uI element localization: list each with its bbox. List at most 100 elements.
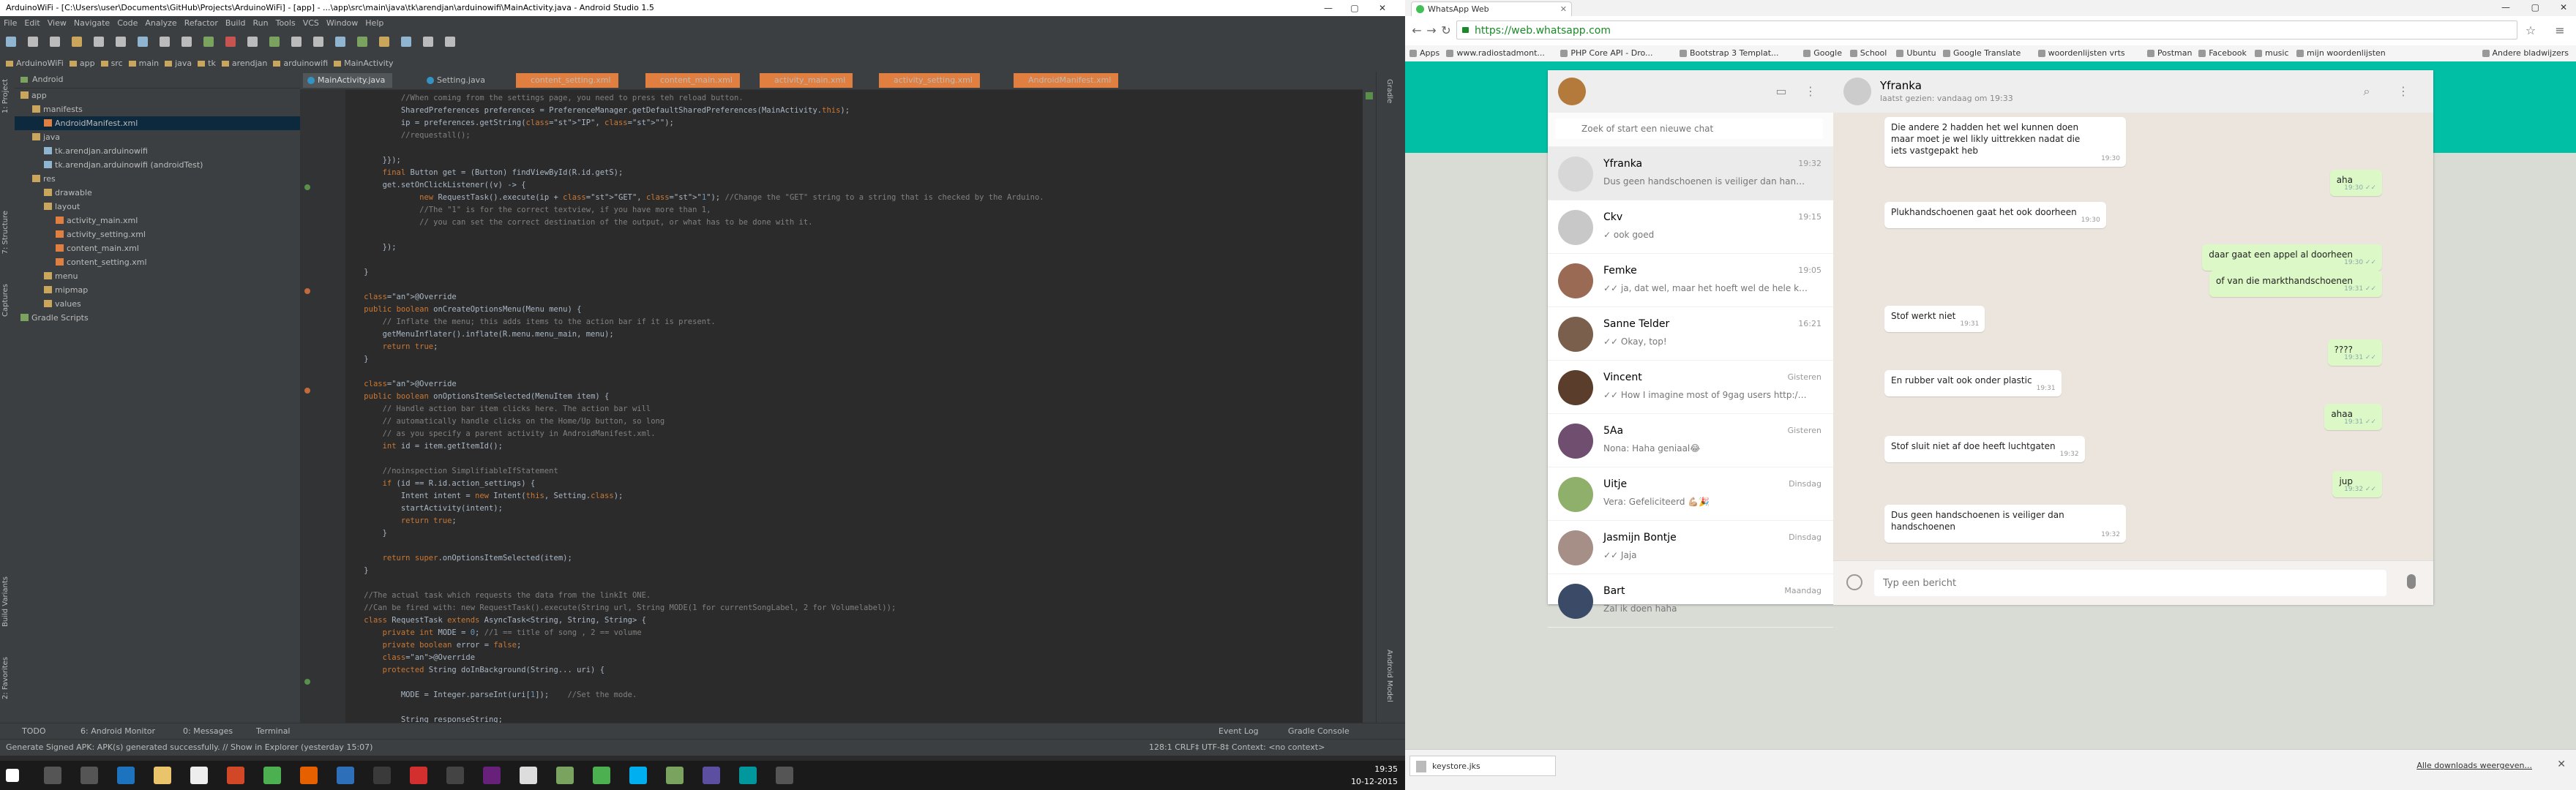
breadcrumb-item[interactable]: tk xyxy=(198,56,216,72)
more-menu-icon[interactable]: ⋮ xyxy=(1804,85,1817,98)
menu-item-refactor[interactable]: Refactor xyxy=(184,18,218,28)
toolbar-icon[interactable] xyxy=(379,37,389,47)
chrome-icon[interactable] xyxy=(263,767,281,784)
store-icon[interactable] xyxy=(190,767,208,784)
menu-item-help[interactable]: Help xyxy=(365,18,383,28)
download-item[interactable]: keystore.jks xyxy=(1409,756,1556,776)
tool-gradle[interactable]: Gradle xyxy=(1385,79,1393,103)
bookmark-item[interactable]: Ubuntu xyxy=(1896,45,1936,61)
breadcrumb-item[interactable]: main xyxy=(128,56,159,72)
bookmark-item[interactable]: School xyxy=(1849,45,1887,61)
system-clock[interactable]: 19:35 10-12-2015 xyxy=(1351,763,1398,788)
close-icon[interactable]: ✕ xyxy=(1371,0,1393,16)
bookmark-item[interactable]: Bootstrap 3 Templat... xyxy=(1680,45,1779,61)
bookmark-item[interactable]: Andere bladwijzers xyxy=(2482,45,2569,61)
breadcrumb-item[interactable]: app xyxy=(69,56,95,72)
editor-tab[interactable]: activity_main.xml xyxy=(760,73,853,88)
app-icon[interactable] xyxy=(373,767,391,784)
tree-item[interactable]: values xyxy=(15,297,300,311)
search-icon[interactable] xyxy=(44,767,61,784)
file-explorer-icon[interactable] xyxy=(154,767,171,784)
attach-icon[interactable]: ⌕ xyxy=(2360,85,2373,98)
bookmark-item[interactable]: woordenlijsten vrts xyxy=(2037,45,2125,61)
menu-item-vcs[interactable]: VCS xyxy=(303,18,319,28)
editor-scrollbar[interactable] xyxy=(1363,89,1376,723)
tree-item[interactable]: app xyxy=(15,89,300,102)
tool-android-monitor[interactable]: 6: Android Monitor xyxy=(80,723,155,740)
status-message[interactable]: Generate Signed APK: APK(s) generated su… xyxy=(6,740,372,756)
tree-item[interactable]: drawable xyxy=(15,186,300,200)
toolbar-icon[interactable] xyxy=(269,37,280,47)
toolbar-icon[interactable] xyxy=(72,37,82,47)
menu-item-tools[interactable]: Tools xyxy=(276,18,296,28)
chat-list-item[interactable]: Ckv 19:15 ✓ ook goed xyxy=(1548,200,1833,254)
toolbar-icon[interactable] xyxy=(291,37,302,47)
chat-list-item[interactable]: 5Aa Gisteren Nona: Haha geniaal😂 xyxy=(1548,414,1833,467)
bookmark-item[interactable]: Postman xyxy=(2147,45,2192,61)
chat-list-item[interactable]: Yfranka 19:32 Dus geen handschoenen is vei… xyxy=(1548,147,1833,200)
code-area[interactable]: //When coming from the settings page, yo… xyxy=(345,89,1363,726)
visual-studio-icon[interactable] xyxy=(483,767,501,784)
windows-start-icon[interactable] xyxy=(6,769,19,782)
filezilla-icon[interactable] xyxy=(410,767,427,784)
breadcrumb-item[interactable]: MainActivity xyxy=(334,56,394,72)
breadcrumb-item[interactable]: arendjan xyxy=(221,56,267,72)
tree-item[interactable]: res xyxy=(15,172,300,186)
tree-item[interactable]: manifests xyxy=(15,102,300,116)
chat-list-item[interactable]: Vincent Gisteren ✓✓ How I imagine most of … xyxy=(1548,361,1833,414)
firefox-icon[interactable] xyxy=(300,767,318,784)
avatar[interactable] xyxy=(1843,78,1871,105)
toolbar-icon[interactable] xyxy=(203,37,214,47)
toolbar-icon[interactable] xyxy=(181,37,192,47)
bookmark-item[interactable]: Apps xyxy=(1409,45,1439,61)
search-input[interactable] xyxy=(1555,118,1823,139)
breadcrumb-item[interactable]: src xyxy=(100,56,123,72)
toolbar-icon[interactable] xyxy=(335,37,345,47)
bookmark-item[interactable]: music xyxy=(2255,45,2289,61)
tool-favorites[interactable]: 2: Favorites xyxy=(1,657,10,699)
minimize-icon[interactable]: — xyxy=(1317,0,1339,16)
app-icon[interactable] xyxy=(520,767,537,784)
bookmark-item[interactable]: PHP Core API - Dro... xyxy=(1560,45,1653,61)
editor-tab[interactable]: activity_setting.xml xyxy=(879,73,980,88)
microphone-icon[interactable] xyxy=(2407,574,2416,589)
toolbar-icon[interactable] xyxy=(401,37,411,47)
task-view-icon[interactable] xyxy=(80,767,98,784)
close-icon[interactable]: ✕ xyxy=(2560,2,2567,12)
gutter-marker-icon[interactable] xyxy=(304,679,310,685)
editor-tab[interactable]: content_setting.xml xyxy=(516,73,618,88)
tool-terminal[interactable]: Terminal xyxy=(256,723,291,740)
app-icon[interactable] xyxy=(703,767,720,784)
tree-item[interactable]: Gradle Scripts xyxy=(15,311,300,325)
gutter-marker-icon[interactable] xyxy=(304,184,310,190)
office-icon[interactable] xyxy=(227,767,244,784)
breadcrumb-item[interactable]: java xyxy=(165,56,192,72)
android-studio-active-icon[interactable] xyxy=(666,767,684,784)
tree-item[interactable]: AndroidManifest.xml xyxy=(15,116,300,130)
tree-item[interactable]: activity_setting.xml xyxy=(15,227,300,241)
breadcrumb-item[interactable]: ArduinoWiFi xyxy=(6,56,64,72)
app-icon[interactable] xyxy=(337,767,354,784)
toolbar-icon[interactable] xyxy=(357,37,367,47)
toolbar-icon[interactable] xyxy=(50,37,60,47)
toolbar-icon[interactable] xyxy=(160,37,170,47)
menu-item-build[interactable]: Build xyxy=(225,18,246,28)
tree-item[interactable]: tk.arendjan.arduinowifi xyxy=(15,144,300,158)
gutter-override-icon[interactable] xyxy=(304,388,310,394)
maximize-icon[interactable]: ▢ xyxy=(1344,0,1366,16)
close-tab-icon[interactable]: ✕ xyxy=(1560,2,1567,17)
address-bar[interactable]: https://web.whatsapp.com xyxy=(1456,20,2517,40)
bookmark-item[interactable]: Google xyxy=(1803,45,1842,61)
tree-item[interactable]: content_main.xml xyxy=(15,241,300,255)
reload-icon[interactable]: ↻ xyxy=(1440,25,1452,37)
forward-icon[interactable]: → xyxy=(1426,25,1437,37)
menu-item-navigate[interactable]: Navigate xyxy=(74,18,110,28)
toolbar-icon[interactable] xyxy=(313,37,323,47)
toolbar-icon[interactable] xyxy=(138,37,148,47)
toolbar-icon[interactable] xyxy=(6,37,16,47)
menu-item-code[interactable]: Code xyxy=(117,18,138,28)
editor-tab[interactable]: MainActivity.java xyxy=(303,73,393,88)
tool-captures[interactable]: Captures xyxy=(1,284,10,317)
more-menu-icon[interactable]: ⋮ xyxy=(2397,85,2410,98)
tool-android-model[interactable]: Android Model xyxy=(1385,650,1393,702)
